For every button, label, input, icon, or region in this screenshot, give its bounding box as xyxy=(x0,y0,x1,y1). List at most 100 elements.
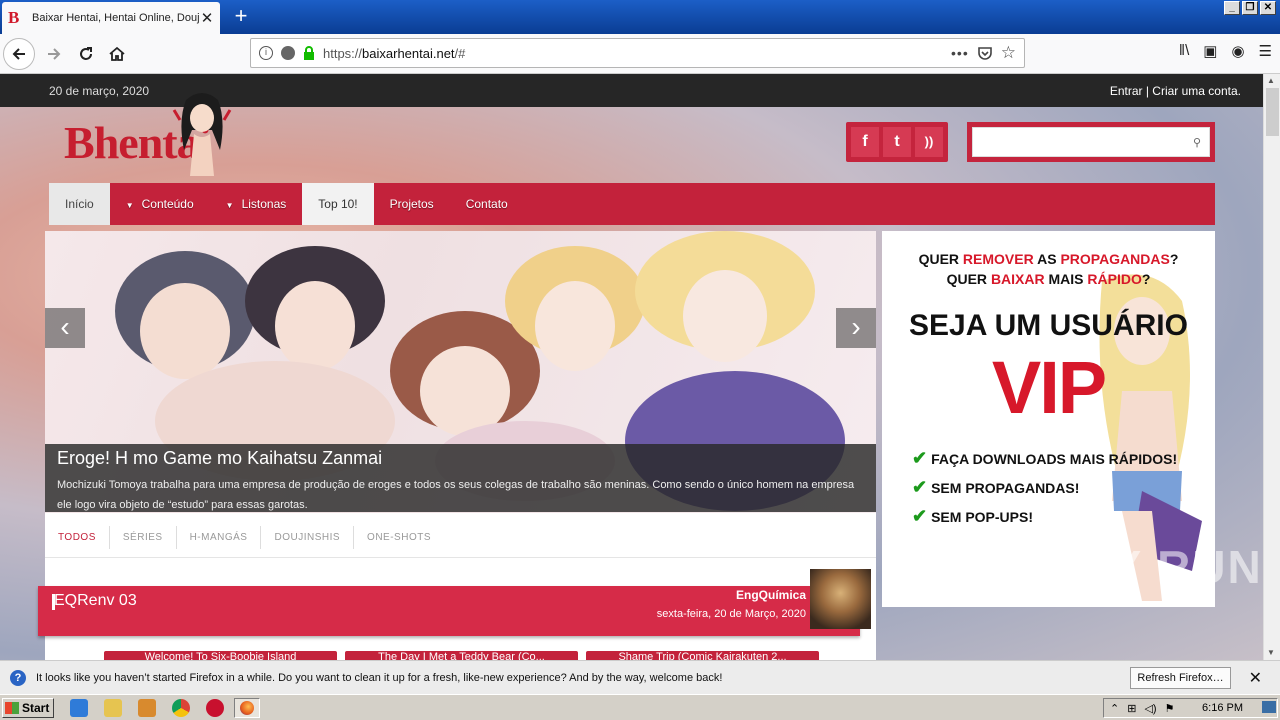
filter-tab-h-mangas[interactable]: H-MANGÁS xyxy=(177,526,262,549)
menu-icon[interactable]: ☰ xyxy=(1259,42,1272,60)
ad-text: AS xyxy=(1033,251,1061,267)
home-button[interactable] xyxy=(101,38,133,70)
url-scheme: https:// xyxy=(323,45,363,61)
url-domain: baixarhentai.net xyxy=(362,45,455,61)
ad-line-2: QUER BAIXAR MAIS RÁPIDO? xyxy=(882,271,1215,287)
filter-tab-series[interactable]: SÉRIES xyxy=(110,526,177,549)
ad-feature-text: SEM PROPAGANDAS! xyxy=(931,480,1080,496)
flag-icon[interactable]: ⚑ xyxy=(1165,702,1175,715)
back-button[interactable] xyxy=(3,38,35,70)
search-input[interactable]: ⚲ xyxy=(972,127,1210,157)
divider xyxy=(45,557,876,558)
folder-icon[interactable] xyxy=(104,699,122,717)
refresh-firefox-button[interactable]: Refresh Firefox… xyxy=(1130,666,1231,689)
facebook-icon[interactable]: f xyxy=(851,127,879,157)
windows-logo-icon xyxy=(5,702,19,714)
menu-item-contato[interactable]: Contato xyxy=(450,183,524,225)
search-icon[interactable]: ⚲ xyxy=(1193,136,1201,149)
menu-item-projetos[interactable]: Projetos xyxy=(374,183,450,225)
ie-icon[interactable] xyxy=(70,699,88,717)
category-filter-tabs: TODOS SÉRIES H-MANGÁS DOUJINSHIS ONE-SHO… xyxy=(45,526,444,549)
post-title[interactable]: EQRenv 03 xyxy=(52,592,137,610)
related-post-1[interactable]: Welcome! To Six-Boobie Island xyxy=(104,651,337,660)
anyrun-watermark: ANY RUN xyxy=(1040,541,1263,593)
opera-icon[interactable] xyxy=(206,699,224,717)
lock-icon xyxy=(304,46,314,60)
notification-text: It looks like you haven’t started Firefo… xyxy=(36,671,723,684)
volume-icon[interactable]: ◁) xyxy=(1144,702,1156,715)
scroll-down-icon[interactable]: ▼ xyxy=(1267,648,1275,657)
ad-headline: SEJA UM USUÁRIO xyxy=(909,309,1188,342)
logo-mascot-image xyxy=(172,93,232,176)
post-header[interactable]: EQRenv 03 EngQuímica sexta-feira, 20 de … xyxy=(38,586,860,636)
close-notification-icon[interactable]: ✕ xyxy=(1249,668,1262,688)
menu-item-conteudo[interactable]: ▼ Conteúdo xyxy=(110,183,210,225)
restore-button[interactable]: ❐ xyxy=(1242,1,1258,15)
ad-text: ? xyxy=(1141,271,1151,287)
ad-text-red: PROPAGANDAS xyxy=(1060,251,1170,267)
firefox-taskbar-button[interactable] xyxy=(234,698,260,718)
author-avatar[interactable] xyxy=(810,569,871,629)
menu-label: Conteúdo xyxy=(141,197,194,211)
forward-arrow-icon xyxy=(48,48,61,60)
network-icon[interactable]: ⊞ xyxy=(1127,702,1136,715)
tray-expand-icon[interactable]: ⌃ xyxy=(1110,702,1119,715)
rss-icon[interactable]: )) xyxy=(915,127,943,157)
menu-label: Projetos xyxy=(389,197,434,211)
slider-caption[interactable]: Eroge! H mo Game mo Kaihatsu Zanmai Moch… xyxy=(45,444,876,512)
scrollbar-thumb[interactable] xyxy=(1266,88,1279,136)
twitter-icon[interactable]: t xyxy=(883,127,911,157)
login-link[interactable]: Entrar | Criar uma conta. xyxy=(1110,84,1241,98)
tab-title: Baixar Hentai, Hentai Online, Douj xyxy=(32,12,200,24)
minimize-button[interactable]: _ xyxy=(1224,1,1240,15)
reload-icon xyxy=(80,47,92,60)
ad-text-red: REMOVER xyxy=(962,251,1034,267)
ad-text: QUER xyxy=(918,251,963,267)
menu-item-listonas[interactable]: ▼ Listonas xyxy=(210,183,303,225)
ad-text: QUER xyxy=(946,271,991,287)
close-tab-icon[interactable]: ✕ xyxy=(200,9,214,27)
library-icon[interactable]: ‖\ xyxy=(1179,42,1189,60)
related-post-3[interactable]: Shame Trip (Comic Kairakuten 2... xyxy=(586,651,819,660)
windows-taskbar: Start ⌃ ⊞ ◁) ⚑ 6:16 PM xyxy=(0,694,1280,720)
scroll-up-icon[interactable]: ▲ xyxy=(1267,76,1275,85)
filter-tab-doujinshis[interactable]: DOUJINSHIS xyxy=(261,526,355,549)
menu-item-inicio[interactable]: Início xyxy=(49,183,110,225)
start-button[interactable]: Start xyxy=(2,698,54,718)
social-links: f t )) xyxy=(846,122,948,162)
new-tab-button[interactable]: + xyxy=(228,4,254,30)
menu-item-top10[interactable]: Top 10! xyxy=(302,183,374,225)
page-scrollbar[interactable]: ▲ ▼ xyxy=(1263,74,1280,660)
related-post-2[interactable]: The Day I Met a Teddy Bear (Co... xyxy=(345,651,578,660)
main-menu: Início ▼ Conteúdo ▼ Listonas Top 10! Proje… xyxy=(49,183,1215,225)
chrome-icon[interactable] xyxy=(172,699,190,717)
firefox-icon xyxy=(240,701,254,715)
account-icon[interactable]: ◉ xyxy=(1231,42,1244,60)
bookmark-star-icon[interactable]: ☆ xyxy=(1001,43,1016,63)
filter-tab-todos[interactable]: TODOS xyxy=(45,526,110,549)
back-arrow-icon xyxy=(12,48,25,60)
show-desktop-icon[interactable] xyxy=(1262,701,1276,713)
ad-feature: ✔ SEM POP-UPS! xyxy=(912,506,1215,527)
slider-next-button[interactable]: › xyxy=(836,308,876,348)
pocket-icon[interactable] xyxy=(977,45,993,61)
sidebar-icon[interactable]: ▣ xyxy=(1203,42,1217,60)
browser-tab[interactable]: B Baixar Hentai, Hentai Online, Douj ✕ xyxy=(2,2,220,34)
slider-title[interactable]: Eroge! H mo Game mo Kaihatsu Zanmai xyxy=(57,448,864,469)
reload-button[interactable] xyxy=(70,38,102,70)
media-player-icon[interactable] xyxy=(138,699,156,717)
close-window-button[interactable]: ✕ xyxy=(1260,1,1276,15)
home-icon xyxy=(109,46,125,61)
post-author[interactable]: EngQuímica xyxy=(736,588,806,602)
page-actions-icon[interactable]: ••• xyxy=(951,45,969,61)
url-bar[interactable]: i https://baixarhentai.net/# ••• ☆ xyxy=(250,38,1025,68)
slider-prev-button[interactable]: ‹ xyxy=(45,308,85,348)
info-icon[interactable]: i xyxy=(259,46,273,60)
tracking-icon[interactable] xyxy=(281,46,295,60)
forward-button[interactable] xyxy=(38,38,70,70)
filter-tab-one-shots[interactable]: ONE-SHOTS xyxy=(354,526,444,549)
tab-strip: B Baixar Hentai, Hentai Online, Douj ✕ +… xyxy=(0,0,1280,34)
url-path: /# xyxy=(454,45,466,61)
menu-label: Início xyxy=(65,197,94,211)
firefox-refresh-notification: ? It looks like you haven’t started Fire… xyxy=(0,660,1280,694)
